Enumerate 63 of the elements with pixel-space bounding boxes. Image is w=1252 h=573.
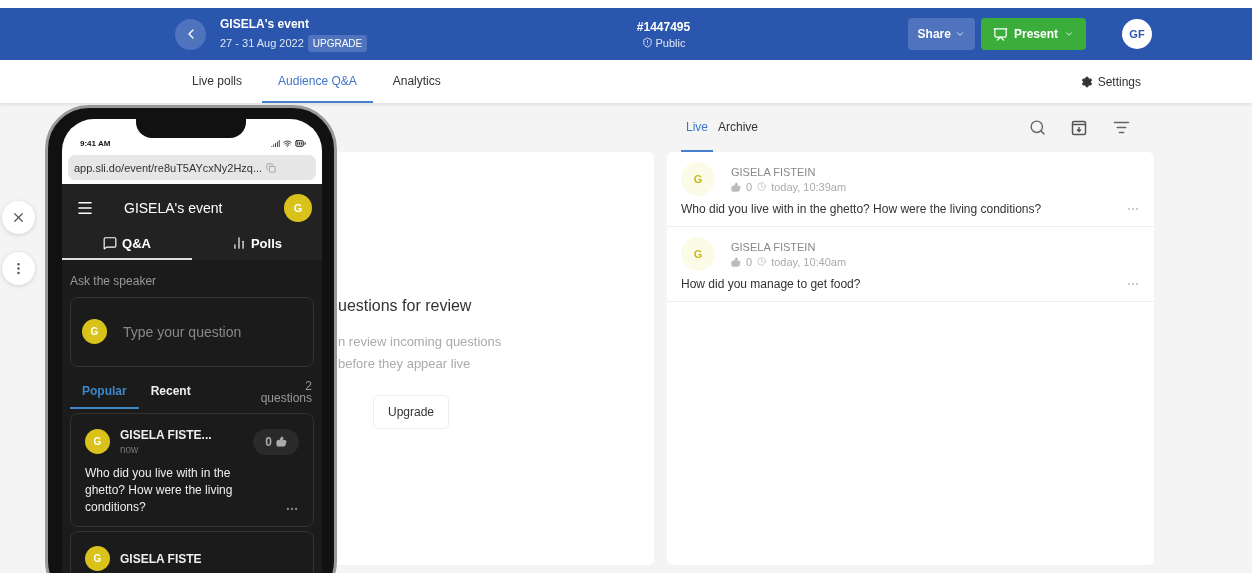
clock-icon: [757, 182, 767, 191]
sort-tab[interactable]: Popular: [70, 375, 139, 409]
wifi-icon: [283, 138, 292, 148]
bar-chart-icon: [231, 236, 246, 250]
like-button[interactable]: 0: [253, 428, 299, 455]
clock-icon: [757, 257, 767, 266]
thumbs-up-icon: [731, 181, 741, 192]
caret-icon: [1064, 29, 1074, 39]
question-time: today, 10:39am: [771, 180, 847, 193]
prompt-label: Ask the speaker: [70, 274, 158, 288]
upgrade-badge[interactable]: UPGRADE: [307, 34, 368, 52]
presentation-icon: [992, 26, 1008, 42]
author-avatar: G: [85, 429, 110, 454]
review-description: n review incoming questions: [338, 333, 503, 351]
visibility-label: Public: [655, 36, 686, 49]
event-title: GISELA's event: [220, 16, 309, 31]
status-time: 9:41 AM: [80, 138, 111, 148]
app-tab[interactable]: Polls: [192, 228, 322, 260]
copy-icon: [266, 162, 277, 173]
question-text: Who did you live with in the ghetto? How were the living conditions?: [681, 202, 1042, 216]
nav-tab[interactable]: Live polls: [176, 60, 259, 103]
download-box-icon: [1071, 119, 1087, 136]
shield-icon: [641, 37, 653, 48]
question-author: GISELA FISTE: [120, 551, 202, 566]
signal-icon: [271, 138, 280, 148]
menu-icon[interactable]: [76, 199, 94, 217]
thumbs-up-icon: [731, 256, 741, 267]
question-tab[interactable]: Archive: [713, 103, 764, 152]
url-field[interactable]: app.sli.do/event/re8uT5AYcxNy2Hzq...: [68, 155, 316, 180]
thumbs-up-icon: [276, 436, 287, 447]
author-avatar: G: [85, 546, 110, 571]
nav-tab[interactable]: Analytics: [376, 60, 457, 103]
question-author: GISELA FISTEIN: [731, 240, 816, 253]
author-avatar: G: [681, 162, 715, 196]
event-dates: 27 - 31 Aug 2022: [220, 37, 304, 49]
user-avatar: G: [82, 319, 107, 344]
question-time: today, 10:40am: [771, 255, 847, 268]
author-avatar: G: [681, 237, 715, 271]
like-count: 0: [746, 180, 753, 193]
question-time: now: [120, 444, 139, 455]
settings-icon: [1080, 75, 1093, 88]
question-author: GISELA FISTEIN: [731, 165, 816, 178]
question-author: GISELA FISTE...: [120, 428, 212, 442]
search-icon: [1028, 119, 1046, 136]
share-button[interactable]: Share: [907, 18, 975, 50]
event-code: #1447495: [636, 19, 691, 34]
app-title: GISELA's event: [124, 200, 224, 216]
question-text: How did you manage to get food?: [681, 277, 861, 291]
back-button[interactable]: [175, 18, 206, 50]
caret-icon: [954, 29, 965, 39]
question-count: 2 questions: [259, 380, 313, 404]
chat-icon: [103, 236, 118, 250]
sort-tab[interactable]: Recent: [138, 375, 203, 409]
user-avatar[interactable]: GF: [1122, 19, 1152, 49]
like-count: 0: [746, 255, 753, 268]
battery-icon: [295, 137, 306, 149]
review-description: before they appear live: [338, 355, 472, 373]
settings-button[interactable]: Settings: [1074, 60, 1147, 103]
question-text: Who did you live with in the ghetto? How were the living conditions?: [85, 465, 234, 516]
review-heading: uestions for review: [338, 297, 473, 315]
upgrade-button[interactable]: Upgrade: [373, 395, 449, 429]
close-icon: [11, 210, 26, 225]
filter-icon: [1112, 119, 1130, 136]
